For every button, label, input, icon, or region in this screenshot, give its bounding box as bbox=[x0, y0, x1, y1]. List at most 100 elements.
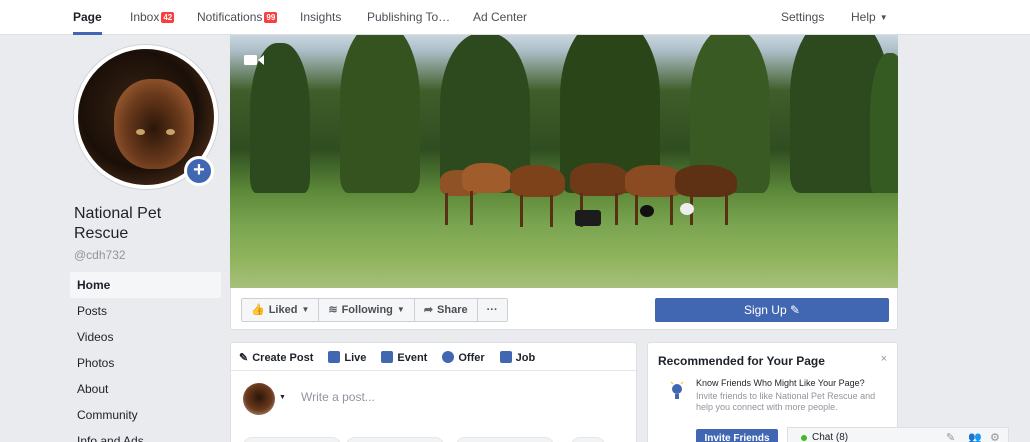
nav-tab-inbox-label: Inbox bbox=[130, 10, 160, 24]
offer-tag-icon bbox=[442, 351, 455, 363]
horse-leg bbox=[520, 195, 523, 227]
horse bbox=[462, 163, 512, 193]
chevron-down-icon: ▼ bbox=[879, 13, 888, 22]
sidebar-item-about[interactable]: About bbox=[70, 376, 221, 402]
more-options-button[interactable]: ··· bbox=[477, 299, 507, 321]
liked-button[interactable]: 👍 Liked ▼ bbox=[242, 299, 320, 321]
video-camera-icon[interactable] bbox=[244, 54, 264, 66]
composer-avatar bbox=[243, 383, 275, 415]
tab-create-post-label: Create Post bbox=[252, 352, 314, 364]
nav-tab-ad-center[interactable]: Ad Center bbox=[473, 0, 527, 35]
tab-job[interactable]: Job bbox=[499, 351, 536, 364]
dog-eye-right bbox=[166, 129, 175, 135]
tab-event-label: Event bbox=[397, 352, 428, 364]
sidebar-item-home[interactable]: Home bbox=[70, 272, 221, 298]
cover-photo[interactable] bbox=[230, 35, 898, 288]
composer-option-pill[interactable] bbox=[456, 437, 554, 442]
pencil-icon: ✎ bbox=[789, 303, 801, 317]
tab-offer[interactable]: Offer bbox=[442, 351, 485, 364]
rss-icon: ≋ bbox=[328, 304, 338, 316]
chevron-down-icon: ▼ bbox=[301, 305, 310, 314]
page-buttons-group: 👍 Liked ▼ ≋ Following ▼ ➦ Share ··· bbox=[241, 298, 508, 322]
post-composer: ✎ Create Post Live Event Offer Job ▼ Writ… bbox=[230, 342, 637, 442]
recommended-heading: Know Friends Who Might Like Your Page? bbox=[696, 378, 865, 388]
invite-friends-button[interactable]: Invite Friends bbox=[696, 429, 778, 442]
composer-option-pill[interactable] bbox=[571, 437, 605, 442]
pencil-icon: ✎ bbox=[239, 352, 249, 364]
inbox-count-badge: 42 bbox=[161, 12, 175, 23]
nav-tab-notifications-label: Notifications bbox=[197, 10, 263, 24]
nav-tab-notifications[interactable]: Notifications 99 bbox=[197, 0, 278, 35]
page-username[interactable]: @cdh732 bbox=[74, 248, 126, 262]
liked-label: Liked bbox=[268, 304, 298, 316]
tree bbox=[340, 35, 420, 193]
nav-tab-publishing-tools[interactable]: Publishing To… bbox=[367, 0, 450, 35]
sidebar-item-info-and-ads[interactable]: Info and Ads bbox=[70, 428, 221, 442]
nav-tab-page-label: Page bbox=[73, 10, 102, 24]
tab-event[interactable]: Event bbox=[381, 351, 427, 364]
tab-live[interactable]: Live bbox=[328, 351, 366, 364]
horse-leg bbox=[670, 195, 673, 225]
sign-up-button[interactable]: Sign Up ✎ bbox=[655, 298, 889, 322]
nav-help-label: Help bbox=[851, 10, 876, 24]
thumbs-up-icon: 👍 bbox=[251, 304, 265, 316]
chat-bar[interactable]: Chat (8) ✎ 👥 ⚙ bbox=[787, 427, 1009, 442]
close-icon[interactable]: × bbox=[881, 353, 887, 365]
horse-leg bbox=[615, 193, 618, 225]
sign-up-label: Sign Up bbox=[743, 303, 787, 317]
briefcase-icon bbox=[499, 351, 512, 363]
online-status-dot bbox=[801, 435, 807, 441]
composer-divider bbox=[231, 370, 636, 371]
page-action-bar: 👍 Liked ▼ ≋ Following ▼ ➦ Share ··· Sign Up ✎ bbox=[230, 288, 898, 330]
nav-tab-publishing-label: Publishing To… bbox=[367, 10, 451, 24]
feed-bucket bbox=[640, 205, 654, 217]
nav-tab-insights-label: Insights bbox=[300, 10, 342, 24]
white-bucket bbox=[680, 203, 694, 215]
following-label: Following bbox=[341, 304, 393, 316]
water-trough bbox=[575, 210, 601, 226]
horse-leg bbox=[725, 193, 728, 225]
nav-tab-insights[interactable]: Insights bbox=[300, 0, 341, 35]
horse-leg bbox=[635, 195, 638, 225]
calendar-icon bbox=[381, 351, 394, 363]
tree bbox=[870, 53, 898, 193]
sidebar-item-photos[interactable]: Photos bbox=[70, 350, 221, 376]
recommended-title: Recommended for Your Page bbox=[658, 354, 825, 368]
dog-eye-left bbox=[136, 129, 145, 135]
nav-tab-inbox[interactable]: Inbox 42 bbox=[130, 0, 175, 35]
chevron-down-icon: ▼ bbox=[396, 305, 405, 314]
sidebar-item-community[interactable]: Community bbox=[70, 402, 221, 428]
nav-settings-label: Settings bbox=[781, 10, 825, 24]
top-nav: Page Inbox 42 Notifications 99 Insights Pu… bbox=[0, 0, 1030, 35]
horse-leg bbox=[470, 191, 473, 225]
nav-tab-ad-center-label: Ad Center bbox=[473, 10, 528, 24]
horse bbox=[570, 163, 630, 196]
group-icon[interactable]: 👥 bbox=[968, 431, 982, 442]
add-photo-plus-icon[interactable]: + bbox=[184, 156, 214, 186]
horse-leg bbox=[550, 195, 553, 227]
composer-option-pill[interactable] bbox=[346, 437, 444, 442]
following-button[interactable]: ≋ Following ▼ bbox=[319, 299, 415, 321]
sidebar-item-videos[interactable]: Videos bbox=[70, 324, 221, 350]
nav-settings[interactable]: Settings bbox=[781, 0, 824, 35]
sidebar-item-posts[interactable]: Posts bbox=[70, 298, 221, 324]
gear-icon[interactable]: ⚙ bbox=[990, 431, 1002, 442]
post-text-input[interactable]: Write a post... bbox=[301, 390, 375, 404]
horse bbox=[510, 165, 565, 197]
chevron-down-icon[interactable]: ▼ bbox=[279, 394, 286, 401]
compose-message-icon[interactable]: ✎ bbox=[946, 431, 958, 442]
share-button[interactable]: ➦ Share bbox=[414, 299, 478, 321]
notifications-count-badge: 99 bbox=[264, 12, 278, 23]
tab-job-label: Job bbox=[515, 352, 536, 364]
nav-tab-page[interactable]: Page bbox=[73, 0, 102, 35]
composer-option-pill[interactable] bbox=[243, 437, 341, 442]
recommended-body: Invite friends to like National Pet Resc… bbox=[696, 391, 876, 412]
chat-label: Chat (8) bbox=[812, 432, 849, 442]
composer-tabs: ✎ Create Post Live Event Offer Job bbox=[239, 351, 550, 364]
dog-photo bbox=[114, 79, 194, 169]
tab-create-post[interactable]: ✎ Create Post bbox=[239, 351, 313, 364]
page-sidebar-nav: Home Posts Videos Photos About Community… bbox=[70, 272, 221, 442]
more-dots-icon: ··· bbox=[486, 304, 498, 316]
nav-help[interactable]: Help ▼ bbox=[851, 0, 888, 35]
tab-live-label: Live bbox=[344, 352, 367, 364]
